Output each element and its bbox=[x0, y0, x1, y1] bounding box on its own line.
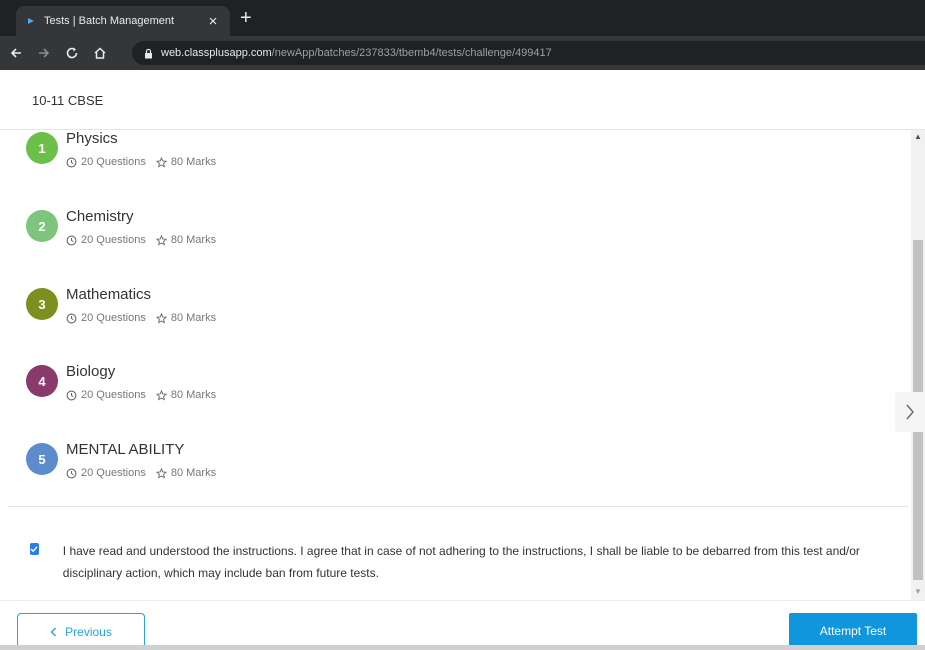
subject-meta: 20 Questions 80 Marks bbox=[66, 234, 216, 246]
home-icon[interactable] bbox=[88, 41, 112, 65]
test-sections: 1 Physics 20 Questions 80 Marks 2 Chemis… bbox=[0, 130, 910, 600]
clock-icon bbox=[66, 468, 77, 478]
reload-icon[interactable] bbox=[60, 41, 84, 65]
agree-checkbox[interactable] bbox=[30, 543, 39, 555]
question-count: 20 Questions bbox=[81, 389, 146, 401]
url-path: /newApp/batches/237833/tbemb4/tests/chal… bbox=[271, 47, 552, 59]
tab-close-icon[interactable]: × bbox=[206, 13, 220, 30]
subject-info: Physics 20 Questions 80 Marks bbox=[66, 130, 216, 186]
back-arrow-icon[interactable] bbox=[4, 41, 28, 65]
star-icon bbox=[155, 234, 167, 246]
subject-row: 1 Physics 20 Questions 80 Marks bbox=[26, 130, 216, 186]
marks-count: 80 Marks bbox=[170, 234, 217, 246]
subject-name: Chemistry bbox=[66, 208, 134, 225]
scroll-down-icon[interactable]: ▼ bbox=[914, 587, 922, 596]
new-tab-button[interactable]: + bbox=[240, 8, 252, 28]
subject-info: MENTAL ABILITY 20 Questions 80 Marks bbox=[66, 441, 216, 497]
subject-row: 4 Biology 20 Questions 80 Marks bbox=[26, 363, 216, 419]
subject-row: 2 Chemistry 20 Questions 80 Marks bbox=[26, 208, 216, 264]
horizontal-scrollbar[interactable] bbox=[0, 645, 925, 650]
subject-name: Physics bbox=[66, 130, 118, 147]
marks-count: 80 Marks bbox=[170, 467, 217, 479]
batch-name: 10-11 CBSE bbox=[32, 93, 104, 108]
address-bar[interactable]: web.classplusapp.com/newApp/batches/2378… bbox=[132, 41, 925, 65]
marks-count: 80 Marks bbox=[170, 389, 217, 401]
browser-tabstrip: Tests | Batch Management × + bbox=[0, 0, 925, 36]
subject-number-badge: 2 bbox=[26, 210, 58, 242]
lock-icon bbox=[144, 48, 153, 59]
question-count: 20 Questions bbox=[81, 467, 146, 479]
clock-icon bbox=[66, 390, 77, 400]
forward-arrow-icon[interactable] bbox=[32, 41, 56, 65]
subject-meta: 20 Questions 80 Marks bbox=[66, 389, 216, 401]
clock-icon bbox=[66, 313, 77, 323]
subject-info: Biology 20 Questions 80 Marks bbox=[66, 363, 216, 419]
star-icon bbox=[155, 312, 167, 324]
subject-name: MENTAL ABILITY bbox=[66, 441, 185, 458]
scroll-up-icon[interactable]: ▲ bbox=[914, 132, 922, 141]
divider bbox=[8, 506, 908, 507]
chevron-left-icon bbox=[50, 627, 57, 636]
subject-row: 5 MENTAL ABILITY 20 Questions 80 Marks bbox=[26, 441, 216, 497]
attempt-test-button[interactable]: Attempt Test bbox=[789, 613, 917, 649]
subject-name: Mathematics bbox=[66, 286, 152, 303]
agreement-text: I have read and understood the instructi… bbox=[62, 544, 860, 580]
subject-meta: 20 Questions 80 Marks bbox=[66, 467, 216, 479]
browser-tab[interactable]: Tests | Batch Management × bbox=[16, 6, 230, 36]
subject-info: Chemistry 20 Questions 80 Marks bbox=[66, 208, 216, 264]
previous-button[interactable]: Previous bbox=[17, 613, 145, 649]
subject-number-badge: 4 bbox=[26, 365, 58, 397]
star-icon bbox=[155, 389, 167, 401]
clock-icon bbox=[66, 235, 77, 245]
subject-number-badge: 5 bbox=[26, 443, 58, 475]
footer: Previous Attempt Test bbox=[0, 600, 925, 650]
chevron-right-icon[interactable] bbox=[895, 392, 925, 432]
question-count: 20 Questions bbox=[81, 156, 146, 168]
subject-number-badge: 1 bbox=[26, 132, 58, 164]
subject-info: Mathematics 20 Questions 80 Marks bbox=[66, 286, 216, 342]
subject-number-badge: 3 bbox=[26, 288, 58, 320]
star-icon bbox=[155, 156, 167, 168]
tab-title: Tests | Batch Management bbox=[44, 15, 175, 27]
clock-icon bbox=[66, 157, 77, 167]
question-count: 20 Questions bbox=[81, 234, 146, 246]
subject-row: 3 Mathematics 20 Questions 80 Marks bbox=[26, 286, 216, 342]
subject-meta: 20 Questions 80 Marks bbox=[66, 312, 216, 324]
agreement: I have read and understood the instructi… bbox=[30, 540, 880, 584]
subject-name: Biology bbox=[66, 363, 116, 380]
url-host: web.classplusapp.com bbox=[161, 47, 272, 59]
question-count: 20 Questions bbox=[81, 312, 146, 324]
checkmark-icon bbox=[30, 546, 38, 553]
marks-count: 80 Marks bbox=[170, 156, 217, 168]
favicon-icon bbox=[26, 16, 36, 26]
marks-count: 80 Marks bbox=[170, 312, 217, 324]
previous-label: Previous bbox=[65, 624, 112, 639]
subject-meta: 20 Questions 80 Marks bbox=[66, 156, 216, 168]
page-header: 10-11 CBSE bbox=[0, 70, 925, 130]
star-icon bbox=[155, 467, 167, 479]
